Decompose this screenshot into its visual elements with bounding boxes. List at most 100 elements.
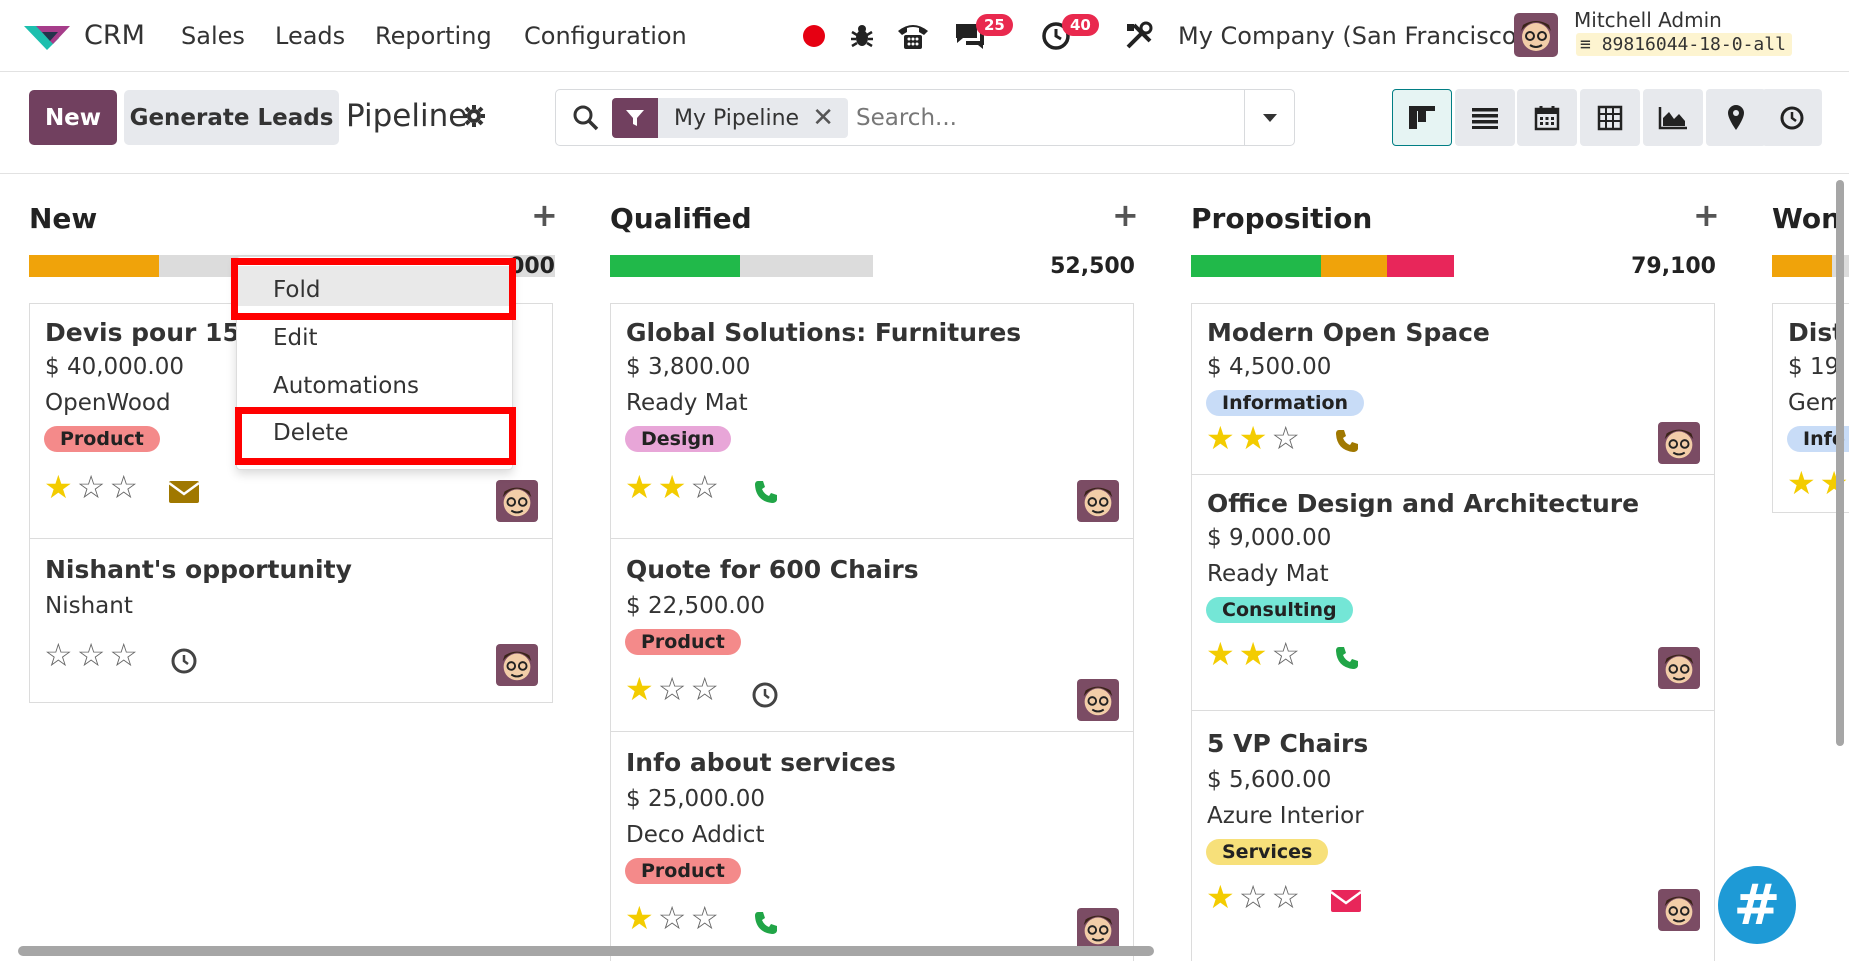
crm-logo-icon[interactable]: [22, 20, 72, 52]
star-icon[interactable]: ★: [625, 471, 654, 503]
column-progress-bar[interactable]: [1191, 255, 1454, 277]
menu-sales[interactable]: Sales: [181, 22, 245, 50]
star-icon[interactable]: ☆: [109, 471, 138, 503]
remove-filter-icon[interactable]: ✕: [812, 103, 834, 133]
star-icon[interactable]: ★: [1787, 467, 1816, 499]
column-title-won[interactable]: Won: [1772, 202, 1841, 235]
salesperson-avatar[interactable]: [1077, 908, 1119, 950]
star-icon[interactable]: ☆: [690, 471, 719, 503]
kanban-card[interactable]: 5 VP Chairs $ 5,600.00 Azure Interior Se…: [1191, 710, 1715, 961]
phone-activity-icon[interactable]: [1334, 428, 1360, 454]
chat-hash-button[interactable]: #: [1718, 866, 1796, 944]
star-icon[interactable]: ☆: [109, 639, 138, 671]
salesperson-avatar[interactable]: [496, 480, 538, 522]
add-card-plus-icon[interactable]: +: [1693, 196, 1720, 234]
star-icon[interactable]: ☆: [658, 673, 687, 705]
star-icon[interactable]: ☆: [77, 639, 106, 671]
priority-stars[interactable]: ★ ★ ☆: [1206, 638, 1300, 670]
priority-stars[interactable]: ★ ★ ☆: [1206, 422, 1300, 454]
generate-leads-button[interactable]: Generate Leads: [124, 90, 339, 145]
add-card-plus-icon[interactable]: +: [531, 196, 558, 234]
menu-leads[interactable]: Leads: [275, 22, 345, 50]
view-map-button[interactable]: [1706, 89, 1766, 146]
star-icon[interactable]: ☆: [1271, 638, 1300, 670]
kanban-card[interactable]: Info about services $ 25,000.00 Deco Add…: [610, 731, 1134, 961]
search-options-toggle[interactable]: [1244, 90, 1294, 145]
filter-facet[interactable]: My Pipeline ✕: [612, 98, 848, 138]
email-activity-icon[interactable]: [168, 480, 200, 504]
priority-stars[interactable]: ★ ☆ ☆: [625, 673, 719, 705]
phone-activity-icon[interactable]: [753, 479, 779, 505]
app-name[interactable]: CRM: [84, 20, 145, 51]
star-icon[interactable]: ☆: [44, 639, 73, 671]
star-icon[interactable]: ★: [1206, 638, 1235, 670]
clock-activity-icon[interactable]: [751, 681, 779, 709]
star-icon[interactable]: ☆: [690, 902, 719, 934]
view-calendar-button[interactable]: [1517, 89, 1577, 146]
user-name[interactable]: Mitchell Admin: [1574, 8, 1722, 32]
tools-icon[interactable]: [1121, 18, 1157, 54]
star-icon[interactable]: ☆: [690, 673, 719, 705]
column-title-new[interactable]: New: [29, 202, 97, 235]
email-activity-icon[interactable]: [1330, 889, 1362, 913]
card-amount: $ 4,500.00: [1207, 354, 1332, 380]
phone-voip-icon[interactable]: [895, 18, 931, 54]
priority-stars[interactable]: ★ ★ ☆: [625, 471, 719, 503]
phone-activity-icon[interactable]: [1334, 645, 1360, 671]
gear-icon[interactable]: [462, 104, 486, 128]
star-icon[interactable]: ★: [1239, 422, 1268, 454]
star-icon[interactable]: ★: [658, 471, 687, 503]
dropdown-item-edit[interactable]: Edit: [273, 325, 318, 351]
recording-dot-icon[interactable]: [796, 18, 832, 54]
kanban-card[interactable]: Quote for 600 Chairs $ 22,500.00 Product…: [610, 538, 1134, 732]
priority-stars[interactable]: ★ ☆ ☆: [44, 471, 138, 503]
star-icon[interactable]: ☆: [1239, 881, 1268, 913]
star-icon[interactable]: ★: [1239, 638, 1268, 670]
kanban-card[interactable]: Global Solutions: Furnitures $ 3,800.00 …: [610, 303, 1134, 539]
menu-configuration[interactable]: Configuration: [524, 22, 687, 50]
vertical-scrollbar[interactable]: [1836, 180, 1844, 746]
salesperson-avatar[interactable]: [1658, 889, 1700, 931]
dropdown-item-automations[interactable]: Automations: [273, 373, 419, 399]
priority-stars[interactable]: ★ ☆ ☆: [1206, 881, 1300, 913]
star-icon[interactable]: ☆: [658, 902, 687, 934]
star-icon[interactable]: ☆: [1271, 422, 1300, 454]
priority-stars[interactable]: ★ ☆ ☆: [625, 902, 719, 934]
company-switcher[interactable]: My Company (San Francisco): [1178, 22, 1526, 50]
column-title-proposition[interactable]: Proposition: [1191, 202, 1372, 235]
column-progress-bar[interactable]: [610, 255, 873, 277]
salesperson-avatar[interactable]: [1658, 422, 1700, 464]
new-button[interactable]: New: [29, 90, 117, 145]
star-icon[interactable]: ☆: [77, 471, 106, 503]
star-icon[interactable]: ☆: [1271, 881, 1300, 913]
search-icon[interactable]: [572, 104, 600, 132]
salesperson-avatar[interactable]: [1658, 647, 1700, 689]
search-input[interactable]: [854, 102, 1234, 134]
view-activity-button[interactable]: [1762, 89, 1822, 146]
priority-stars[interactable]: ☆ ☆ ☆: [44, 639, 138, 671]
kanban-card[interactable]: Office Design and Architecture $ 9,000.0…: [1191, 474, 1715, 711]
clock-activity-icon[interactable]: [170, 647, 198, 675]
add-card-plus-icon[interactable]: +: [1112, 196, 1139, 234]
salesperson-avatar[interactable]: [1077, 480, 1119, 522]
kanban-card[interactable]: Nishant's opportunity Nishant ☆ ☆ ☆: [29, 538, 553, 703]
user-avatar[interactable]: [1514, 13, 1558, 57]
star-icon[interactable]: ★: [625, 902, 654, 934]
view-list-button[interactable]: [1455, 89, 1515, 146]
phone-activity-icon[interactable]: [753, 910, 779, 936]
star-icon[interactable]: ★: [1206, 422, 1235, 454]
horizontal-scrollbar[interactable]: [18, 946, 1154, 956]
view-kanban-button[interactable]: [1392, 89, 1452, 146]
salesperson-avatar[interactable]: [1077, 679, 1119, 721]
kanban-card[interactable]: Modern Open Space $ 4,500.00 Information…: [1191, 303, 1715, 475]
view-pivot-button[interactable]: [1580, 89, 1640, 146]
salesperson-avatar[interactable]: [496, 644, 538, 686]
star-icon[interactable]: ★: [1820, 467, 1849, 499]
view-graph-button[interactable]: [1643, 89, 1703, 146]
star-icon[interactable]: ★: [625, 673, 654, 705]
column-title-qualified[interactable]: Qualified: [610, 202, 752, 235]
menu-reporting[interactable]: Reporting: [375, 22, 492, 50]
debug-bug-icon[interactable]: [844, 18, 880, 54]
star-icon[interactable]: ★: [1206, 881, 1235, 913]
star-icon[interactable]: ★: [44, 471, 73, 503]
